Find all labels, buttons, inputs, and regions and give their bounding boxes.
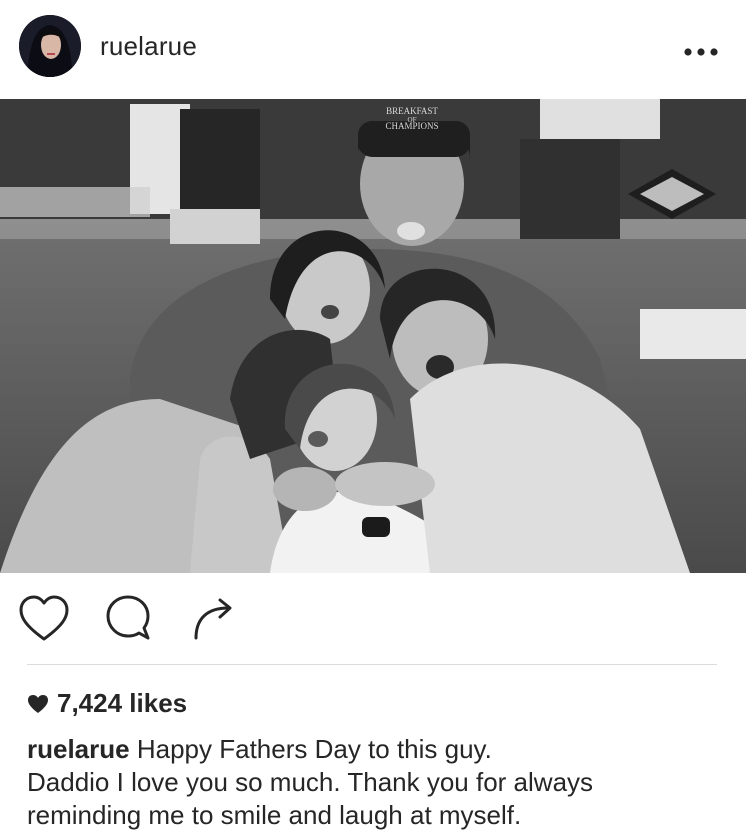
cap-text-1: BREAKFAST [386,106,438,116]
caption-username[interactable]: ruelarue [27,734,130,764]
likes-label: 7,424 likes [57,688,188,718]
divider [27,664,717,665]
post-username[interactable]: ruelarue [100,30,197,62]
cap-text-3: CHAMPIONS [385,121,438,131]
ellipsis-icon[interactable] [683,44,719,56]
caption: ruelarue Happy Fathers Day to this guy. … [27,733,727,832]
heart-filled-icon [27,688,49,722]
likes-count[interactable]: 7,424 likes [27,686,187,720]
caption-line-2: Daddio I love you so much. Thank you for… [27,767,594,797]
share-icon[interactable] [188,590,248,650]
comment-icon[interactable] [100,590,160,650]
heart-icon[interactable] [16,590,76,650]
post-actions [0,590,746,650]
post-header: ruelarue [0,0,746,96]
avatar[interactable] [19,15,81,77]
caption-line-1: Happy Fathers Day to this guy. [136,734,492,764]
post-photo[interactable]: BREAKFAST OF CHAMPIONS [0,99,746,573]
caption-line-3: reminding me to smile and laugh at mysel… [27,800,522,830]
